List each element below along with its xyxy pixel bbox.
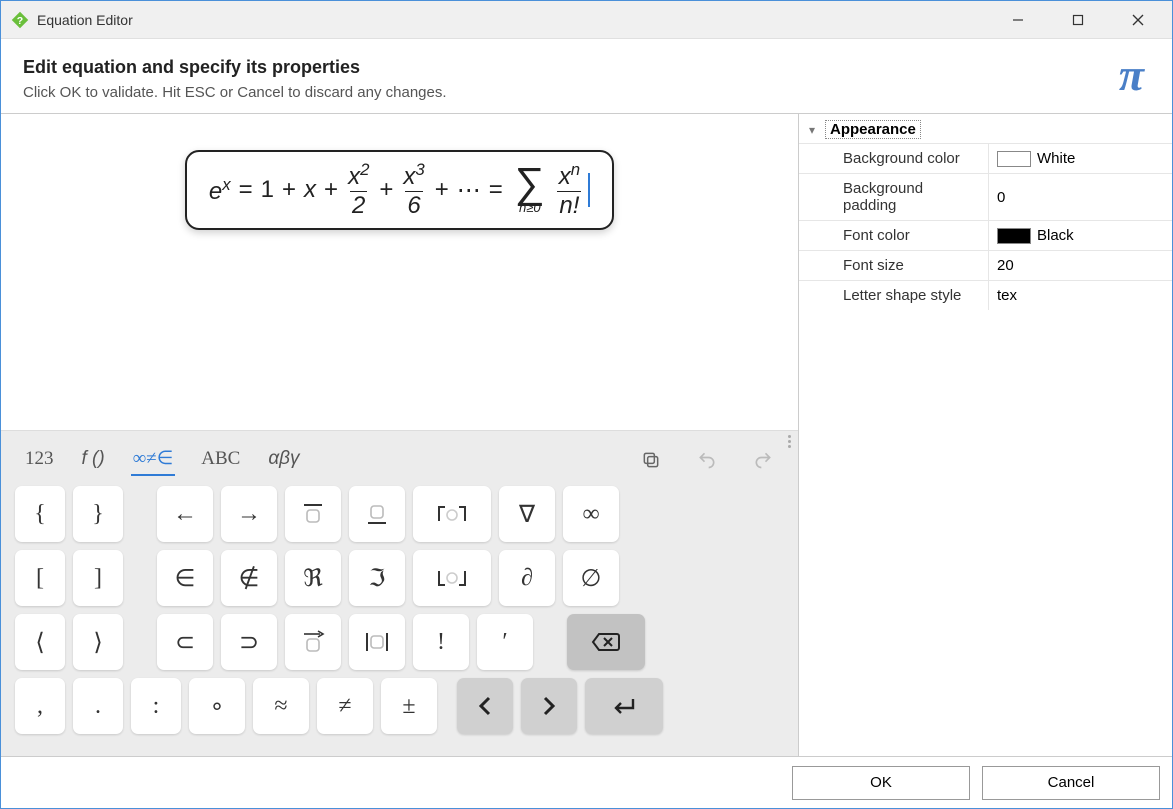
copy-icon[interactable] [638, 447, 664, 473]
key-compose[interactable]: ∘ [189, 678, 245, 734]
key-real-part[interactable]: ℜ [285, 550, 341, 606]
prop-background-color[interactable]: Background color White [799, 143, 1172, 173]
prop-font-size[interactable]: Font size 20 [799, 250, 1172, 280]
key-rangle[interactable]: ⟩ [73, 614, 123, 670]
tab-greek[interactable]: αβγ [266, 444, 301, 476]
key-enter[interactable] [585, 678, 663, 734]
text-cursor [588, 173, 590, 207]
key-subset[interactable]: ⊂ [157, 614, 213, 670]
key-cursor-left[interactable] [457, 678, 513, 734]
left-pane: ex = 1 + x + x22 + x36 + ⋯ = ∑n≥0 xnn! [1, 114, 798, 756]
swatch-white [997, 151, 1031, 167]
key-abs[interactable] [349, 614, 405, 670]
equation-box[interactable]: ex = 1 + x + x22 + x36 + ⋯ = ∑n≥0 xnn! [185, 150, 614, 230]
key-right-arrow[interactable]: → [221, 486, 277, 542]
body: ex = 1 + x + x22 + x36 + ⋯ = ∑n≥0 xnn! [1, 113, 1172, 756]
key-overline[interactable] [285, 486, 341, 542]
redo-icon[interactable] [750, 447, 776, 473]
prop-background-padding[interactable]: Background padding 0 [799, 173, 1172, 220]
tab-symbols[interactable]: ∞≠∈ [131, 443, 176, 476]
key-not-element-of[interactable]: ∉ [221, 550, 277, 606]
close-button[interactable] [1108, 1, 1168, 39]
key-vector[interactable] [285, 614, 341, 670]
key-lbracket[interactable]: [ [15, 550, 65, 606]
key-partial[interactable]: ∂ [499, 550, 555, 606]
prop-font-color[interactable]: Font color Black [799, 220, 1172, 250]
key-rbrace[interactable]: } [73, 486, 123, 542]
key-colon[interactable]: : [131, 678, 181, 734]
grip-icon[interactable] [784, 435, 794, 448]
undo-icon[interactable] [694, 447, 720, 473]
virtual-keyboard: 123 f () ∞≠∈ ABC αβγ { } [1, 430, 798, 756]
key-lbrace[interactable]: { [15, 486, 65, 542]
key-floor[interactable] [413, 550, 491, 606]
key-period[interactable]: . [73, 678, 123, 734]
key-left-arrow[interactable]: ← [157, 486, 213, 542]
svg-text:?: ? [17, 14, 23, 26]
key-approx[interactable]: ≈ [253, 678, 309, 734]
header-title: Edit equation and specify its properties [23, 57, 447, 78]
key-comma[interactable]: , [15, 678, 65, 734]
equation-editor-window: ? Equation Editor Edit equation and spec… [0, 0, 1173, 809]
keyboard-rows: { } ← → ∇ ∞ [ ] [1, 486, 798, 756]
key-factorial[interactable]: ! [413, 614, 469, 670]
minimize-button[interactable] [988, 1, 1048, 39]
key-imag-part[interactable]: ℑ [349, 550, 405, 606]
tab-numbers[interactable]: 123 [23, 444, 56, 476]
pi-icon: π [1119, 57, 1150, 94]
app-icon: ? [11, 11, 29, 29]
tab-functions[interactable]: f () [80, 444, 107, 476]
keyboard-tabs: 123 f () ∞≠∈ ABC αβγ [1, 437, 798, 486]
footer: OK Cancel [1, 756, 1172, 808]
header-subtitle: Click OK to validate. Hit ESC or Cancel … [23, 84, 447, 101]
key-rbracket[interactable]: ] [73, 550, 123, 606]
key-ceiling[interactable] [413, 486, 491, 542]
chevron-down-icon: ▾ [805, 123, 819, 137]
equation-preview[interactable]: ex = 1 + x + x22 + x36 + ⋯ = ∑n≥0 xnn! [1, 114, 798, 430]
key-langle[interactable]: ⟨ [15, 614, 65, 670]
key-backspace[interactable] [567, 614, 645, 670]
key-element-of[interactable]: ∈ [157, 550, 213, 606]
tab-latin[interactable]: ABC [199, 444, 242, 476]
key-prime[interactable]: ′ [477, 614, 533, 670]
key-superset[interactable]: ⊃ [221, 614, 277, 670]
prop-letter-shape[interactable]: Letter shape style tex [799, 280, 1172, 310]
key-plusminus[interactable]: ± [381, 678, 437, 734]
maximize-button[interactable] [1048, 1, 1108, 39]
cancel-button[interactable]: Cancel [982, 766, 1160, 800]
key-infinity[interactable]: ∞ [563, 486, 619, 542]
window-title: Equation Editor [37, 12, 133, 28]
key-nabla[interactable]: ∇ [499, 486, 555, 542]
titlebar: ? Equation Editor [1, 1, 1172, 39]
appearance-section-header[interactable]: ▾ Appearance [799, 114, 1172, 143]
key-neq[interactable]: ≠ [317, 678, 373, 734]
key-underline[interactable] [349, 486, 405, 542]
swatch-black [997, 228, 1031, 244]
key-empty-set[interactable]: ∅ [563, 550, 619, 606]
ok-button[interactable]: OK [792, 766, 970, 800]
key-cursor-right[interactable] [521, 678, 577, 734]
header: Edit equation and specify its properties… [1, 39, 1172, 113]
properties-panel: ▾ Appearance Background color White Back… [798, 114, 1172, 756]
